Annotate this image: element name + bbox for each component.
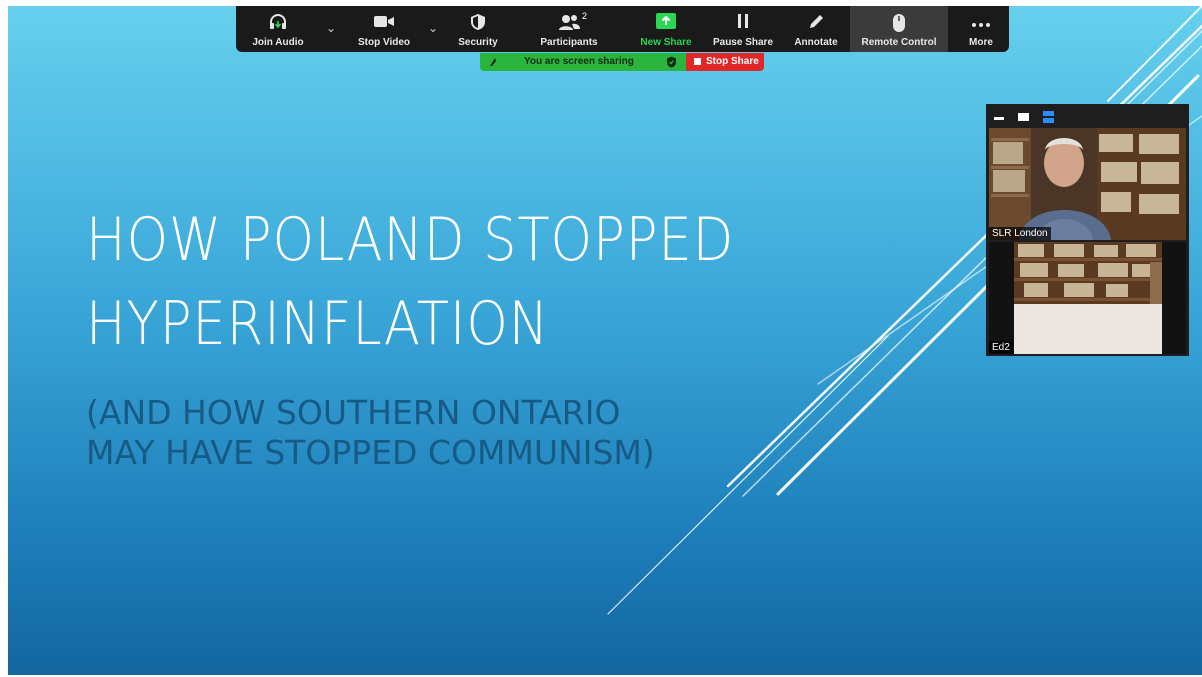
- meeting-toolbar: Join Audio ⌄ Stop Video ⌄ Security 2 Par…: [236, 6, 1009, 52]
- slide-title-line-1: HOW POLAND STOPPED: [86, 205, 735, 275]
- stop-share-button[interactable]: Stop Share: [686, 53, 764, 71]
- slide-subtitle-line-2: MAY HAVE STOPPED COMMUNISM): [86, 433, 655, 472]
- more-dots-icon: [971, 15, 991, 33]
- participants-button[interactable]: 2 Participants: [532, 6, 606, 52]
- slide-subtitle-line-1: (AND HOW SOUTHERN ONTARIO: [86, 393, 621, 432]
- annotate-button[interactable]: Annotate: [788, 6, 844, 52]
- remote-control-button[interactable]: Remote Control: [850, 6, 948, 52]
- participant-name: SLR London: [989, 227, 1051, 240]
- participants-icon: [557, 13, 581, 36]
- gallery-view-icon[interactable]: [1043, 110, 1054, 128]
- headphones-icon: [268, 13, 288, 36]
- stop-square-icon: [694, 58, 701, 65]
- sharing-status-text: You are screen sharing: [524, 56, 634, 67]
- security-button[interactable]: Security: [450, 6, 506, 52]
- drag-handle-icon[interactable]: [488, 56, 498, 71]
- stop-share-label: Stop Share: [706, 56, 759, 67]
- single-view-icon[interactable]: [1018, 113, 1029, 121]
- new-share-label: New Share: [640, 37, 692, 48]
- participant-video-feed: [989, 128, 1186, 240]
- stop-video-label: Stop Video: [357, 37, 411, 48]
- join-audio-button[interactable]: Join Audio: [242, 6, 314, 52]
- pencil-icon: [807, 13, 825, 36]
- new-share-button[interactable]: New Share: [634, 6, 698, 52]
- participants-label: Participants: [540, 37, 598, 48]
- stop-video-button[interactable]: Stop Video: [349, 6, 419, 52]
- video-panel-header: [986, 104, 1189, 126]
- audio-options-chevron-icon[interactable]: ⌄: [326, 21, 336, 35]
- participants-count: 2: [582, 11, 588, 21]
- video-options-chevron-icon[interactable]: ⌄: [428, 21, 438, 35]
- video-camera-icon: [373, 13, 395, 34]
- remote-control-label: Remote Control: [861, 37, 937, 48]
- share-arrow-icon: [656, 13, 676, 35]
- more-label: More: [969, 37, 993, 48]
- more-button[interactable]: More: [956, 6, 1006, 52]
- slide-title-line-2: HYPERINFLATION: [86, 289, 550, 359]
- minimize-icon[interactable]: [994, 117, 1004, 120]
- pause-share-button[interactable]: Pause Share: [710, 6, 776, 52]
- participant-video-feed: [1014, 242, 1162, 354]
- security-label: Security: [458, 37, 498, 48]
- pause-icon: [736, 13, 750, 34]
- join-audio-label: Join Audio: [252, 37, 304, 48]
- mouse-icon: [892, 13, 906, 38]
- video-tile-ed2[interactable]: Ed2: [989, 242, 1186, 354]
- screen-sharing-banner: You are screen sharing: [480, 53, 686, 71]
- participant-name: Ed2: [989, 341, 1013, 354]
- pause-share-label: Pause Share: [712, 37, 774, 48]
- video-tile-slr-london[interactable]: SLR London: [989, 128, 1186, 240]
- video-panel[interactable]: SLR London Ed2: [986, 104, 1189, 356]
- shield-check-icon: [666, 56, 677, 71]
- shield-icon: [470, 13, 486, 36]
- annotate-label: Annotate: [794, 37, 838, 48]
